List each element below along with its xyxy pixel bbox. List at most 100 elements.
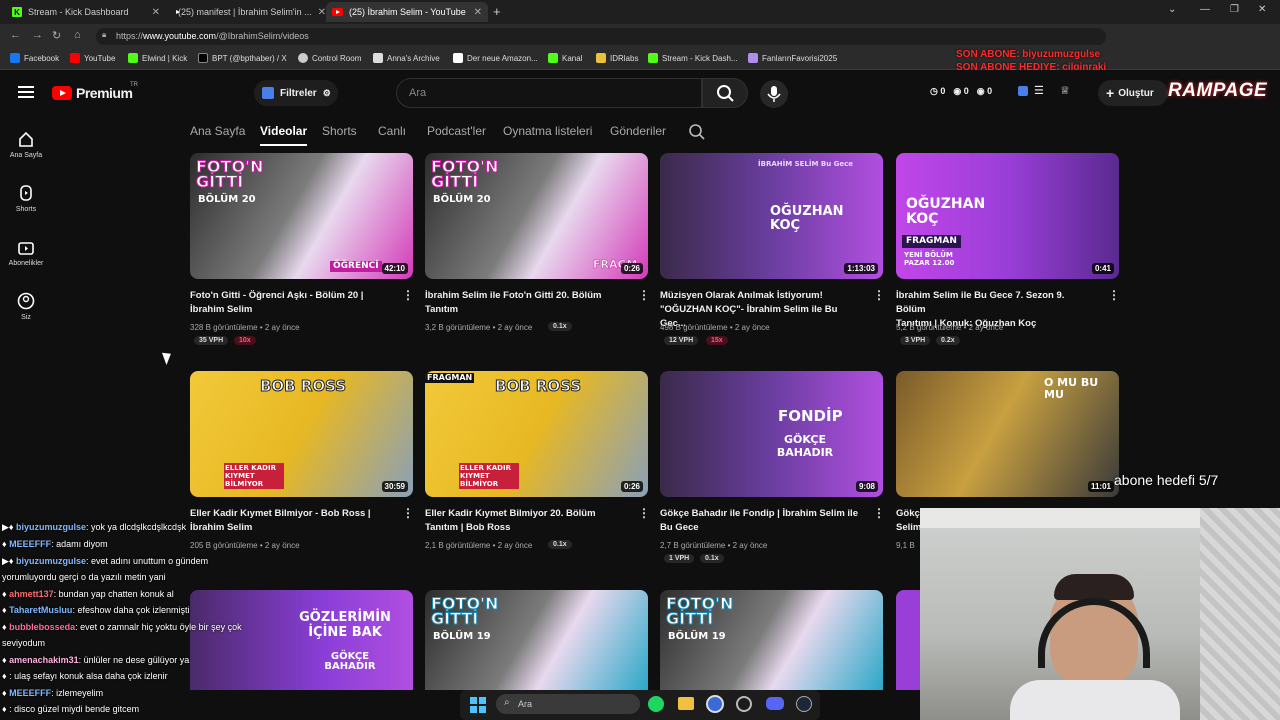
search-icon bbox=[717, 85, 734, 102]
video-title[interactable]: Gökçe Bahadır ile Fondip | İbrahim Selim… bbox=[660, 507, 860, 535]
search-input[interactable]: Ara bbox=[396, 78, 702, 108]
search-button[interactable] bbox=[702, 78, 748, 108]
minimize-icon[interactable]: — bbox=[1200, 4, 1210, 15]
chat-message: ♦ TaharetMusluu: efeshow daha çok izlenm… bbox=[2, 605, 190, 615]
steam-icon[interactable] bbox=[796, 696, 812, 712]
video-thumbnail[interactable]: FONDİP GÖKÇE BAHADIR 9:08 bbox=[660, 371, 883, 497]
sidebar-item-home[interactable]: Ana Sayfa bbox=[0, 130, 52, 159]
back-icon[interactable]: ← bbox=[10, 29, 21, 41]
bookmark-kick-dashboard[interactable]: Stream - Kick Dash... bbox=[648, 53, 738, 63]
video-thumbnail[interactable]: BOB ROSS ELLER KADIR KIYMET BİLMİYOR 30:… bbox=[190, 371, 413, 497]
browser-tab-youtube[interactable]: (25) İbrahim Selim - YouTube ✕ bbox=[326, 2, 488, 22]
bookmark-elwind[interactable]: Elwind | Kick bbox=[128, 53, 187, 63]
tab-shorts[interactable]: Shorts bbox=[322, 124, 357, 138]
chat-message: ▶♦ biyuzumuzgulse: yok ya dlcdşlkcdşlkcd… bbox=[2, 522, 187, 532]
bookmark-annas-archive[interactable]: Anna's Archive bbox=[373, 53, 440, 63]
discord-icon[interactable] bbox=[766, 697, 784, 710]
extension-icon[interactable] bbox=[1018, 86, 1028, 96]
vph-badge: 35 VPH bbox=[194, 336, 229, 345]
more-options-icon[interactable]: ⋮ bbox=[402, 288, 414, 302]
browser-tab-manifest[interactable]: (25) manifest | İbrahim Selim'in ... ✕ bbox=[166, 2, 326, 22]
close-tab-icon[interactable]: ✕ bbox=[152, 7, 160, 18]
tab-live[interactable]: Canlı bbox=[378, 124, 406, 138]
tab-videos[interactable]: Videolar bbox=[260, 124, 308, 146]
video-title[interactable]: Gökç Selim bbox=[896, 507, 920, 535]
close-window-icon[interactable]: ✕ bbox=[1258, 4, 1266, 15]
menu-icon[interactable] bbox=[18, 86, 34, 98]
windows-start-icon[interactable] bbox=[470, 697, 486, 713]
eye-counter: ◉ 0 bbox=[953, 86, 969, 96]
home-icon[interactable]: ⌂ bbox=[74, 29, 81, 41]
taskbar-search[interactable]: Ara bbox=[496, 694, 640, 714]
video-thumbnail[interactable]: OĞUZHAN KOÇ FRAGMAN YENİ BÖLÜM PAZAR 12.… bbox=[896, 153, 1119, 279]
sidebar-item-you[interactable]: Siz bbox=[0, 292, 52, 321]
chat-message: ♦ : disco güzel miydi bende gitcem bbox=[2, 704, 140, 714]
video-title[interactable]: Eller Kadir Kıymet Bilmiyor 20. Bölüm Tan… bbox=[425, 507, 625, 535]
extension-counters[interactable]: ◷ 0 ◉ 0 ◉ 0 bbox=[930, 86, 992, 97]
create-button[interactable]: + Oluştur bbox=[1098, 80, 1168, 106]
rampage-brand-overlay: RAMPAGE bbox=[1168, 80, 1268, 101]
video-thumbnail[interactable]: FRAGMAN BOB ROSS ELLER KADIR KIYMET BİLM… bbox=[425, 371, 648, 497]
list-icon[interactable]: ☰ bbox=[1034, 84, 1044, 97]
maximize-icon[interactable]: ❐ bbox=[1230, 4, 1239, 15]
ratio-badge: 0.1x bbox=[700, 554, 724, 563]
trophy-icon[interactable]: ♕ bbox=[1060, 84, 1070, 97]
bookmark-control-room[interactable]: Control Room bbox=[298, 53, 361, 63]
tab-posts[interactable]: Gönderiler bbox=[610, 124, 666, 138]
bookmark-kanal[interactable]: Kanal bbox=[548, 53, 582, 63]
youtube-icon bbox=[70, 53, 80, 63]
file-explorer-icon[interactable] bbox=[678, 697, 694, 710]
video-thumbnail[interactable]: İBRAHİM SELİM Bu Gece OĞUZHAN KOÇ 1:13:0… bbox=[660, 153, 883, 279]
video-thumbnail[interactable] bbox=[896, 590, 920, 690]
close-tab-icon[interactable]: ✕ bbox=[318, 7, 326, 18]
chat-message: ♦ MEEEFFF: adamı diyom bbox=[2, 539, 108, 549]
chat-message: ♦ ahmett137: bundan yap chatten konuk al bbox=[2, 589, 174, 599]
new-tab-button[interactable]: + bbox=[493, 4, 501, 19]
video-thumbnail[interactable]: FOTO'N GİTTİ BÖLÜM 20 ÖĞRENCİ 42:10 bbox=[190, 153, 413, 279]
search-icon[interactable] bbox=[688, 123, 706, 141]
tab-playlists[interactable]: Oynatma listeleri bbox=[503, 124, 592, 138]
duration-badge: 9:08 bbox=[855, 481, 878, 492]
ratio-badge: 0.2x bbox=[936, 336, 960, 345]
reload-icon[interactable]: ↻ bbox=[52, 29, 61, 42]
sidebar-item-shorts[interactable]: Shorts bbox=[0, 184, 52, 213]
video-thumbnail[interactable]: FOTO'N GİTTİ BÖLÜM 19 bbox=[660, 590, 883, 690]
browser-tab-kick[interactable]: K Stream - Kick Dashboard ✕ bbox=[6, 2, 166, 22]
sliders-icon: ⚙︎ bbox=[322, 87, 331, 98]
video-title[interactable]: Foto'n Gitti - Öğrenci Aşkı - Bölüm 20 |… bbox=[190, 289, 390, 317]
more-options-icon[interactable]: ⋮ bbox=[638, 506, 650, 520]
vph-badge: 12 VPH bbox=[664, 336, 699, 345]
kick-icon bbox=[128, 53, 138, 63]
chevron-down-icon[interactable]: ⌄ bbox=[1168, 4, 1176, 15]
more-options-icon[interactable]: ⋮ bbox=[873, 506, 885, 520]
spotify-icon[interactable] bbox=[648, 696, 664, 712]
bookmark-bpt[interactable]: BPT (@bpthaber) / X bbox=[198, 53, 287, 63]
obs-icon[interactable] bbox=[736, 696, 752, 712]
bookmark-youtube[interactable]: YouTube bbox=[70, 53, 115, 63]
more-options-icon[interactable]: ⋮ bbox=[638, 288, 650, 302]
bookmark-idrlabs[interactable]: IDRlabs bbox=[596, 53, 638, 63]
more-options-icon[interactable]: ⋮ bbox=[873, 288, 885, 302]
user-icon bbox=[17, 292, 35, 310]
youtube-logo[interactable]: Premium bbox=[52, 85, 133, 101]
more-options-icon[interactable]: ⋮ bbox=[402, 506, 414, 520]
video-thumbnail[interactable]: FOTO'N GİTTİ BÖLÜM 19 bbox=[425, 590, 648, 690]
forward-icon[interactable]: → bbox=[32, 29, 43, 41]
voice-search-button[interactable] bbox=[760, 80, 788, 108]
more-options-icon[interactable]: ⋮ bbox=[1108, 288, 1120, 302]
url-bar[interactable]: https://www.youtube.com/@IbrahimSelim/vi… bbox=[96, 28, 1106, 45]
chrome-icon[interactable] bbox=[706, 695, 724, 713]
filters-button[interactable]: Filtreler ⚙︎ bbox=[254, 80, 338, 106]
tab-podcasts[interactable]: Podcast'ler bbox=[427, 124, 486, 138]
close-tab-icon[interactable]: ✕ bbox=[474, 7, 482, 18]
bookmark-folder[interactable]: FanlarınFavorisi2025 bbox=[748, 53, 837, 63]
video-title[interactable]: İbrahim Selim ile Foto'n Gitti 20. Bölüm… bbox=[425, 289, 625, 317]
video-thumbnail[interactable]: FOTO'N GİTTİ BÖLÜM 20 FRAGM 0:26 bbox=[425, 153, 648, 279]
bookmark-amazon[interactable]: Der neue Amazon... bbox=[453, 53, 538, 63]
duration-badge: 0:26 bbox=[620, 263, 643, 274]
view-counter: ◉ 0 bbox=[976, 86, 993, 96]
video-thumbnail[interactable]: O MU BU MU 11:01 bbox=[896, 371, 1119, 497]
sidebar-item-subscriptions[interactable]: Abonelikler bbox=[0, 238, 52, 267]
bookmark-facebook[interactable]: Facebook bbox=[10, 53, 59, 63]
tab-home[interactable]: Ana Sayfa bbox=[190, 124, 245, 138]
